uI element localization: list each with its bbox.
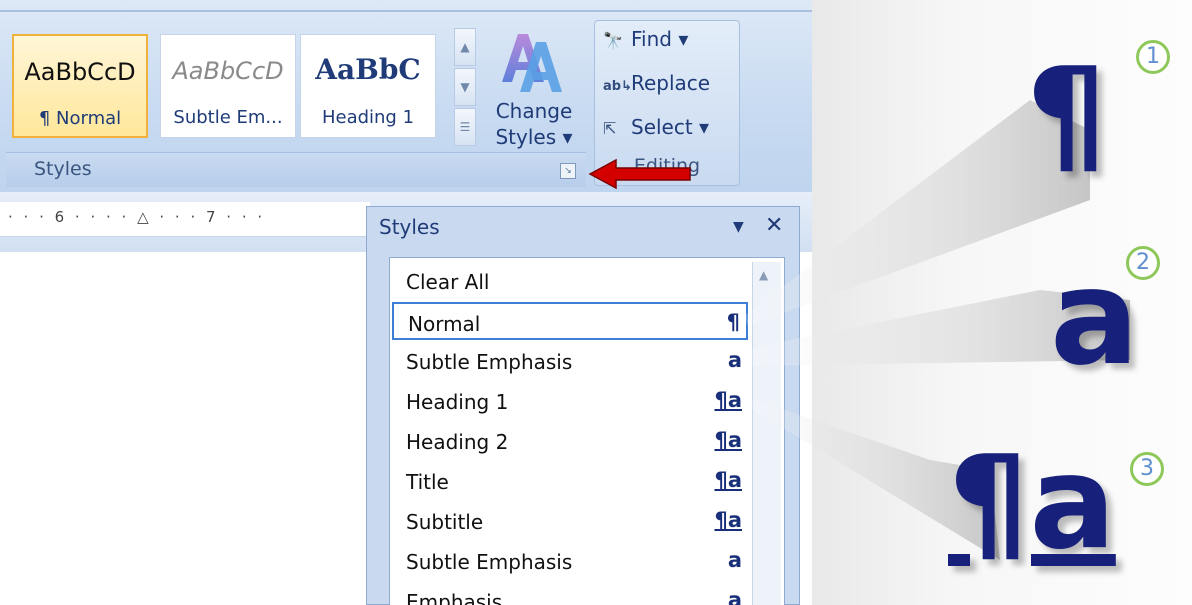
gallery-down-button[interactable]: ▼ [454, 68, 476, 106]
linked-symbol-large: ¶a [948, 429, 1116, 578]
styles-group-bar: Styles ↘ [6, 152, 586, 187]
select-label: Select ▾ [631, 115, 710, 139]
paragraph-symbol-large: ¶ [1026, 41, 1108, 190]
style-item-title[interactable]: Title ¶a [392, 462, 748, 500]
styles-group-label: Styles [34, 158, 92, 180]
red-arrow-annotation [588, 158, 691, 190]
style-sample-text: AaBbCcD [24, 58, 136, 86]
find-label: Find ▾ [631, 27, 689, 51]
style-item-name: Title [406, 470, 449, 494]
gallery-up-button[interactable]: ▲ [454, 28, 476, 66]
change-styles-label: Change Styles ▾ [482, 98, 586, 150]
badge-1: 1 [1136, 40, 1170, 74]
dialog-launcher-icon[interactable]: ↘ [560, 163, 576, 179]
change-styles-icon [502, 34, 562, 92]
change-styles-line1: Change [495, 99, 573, 123]
style-item-name: Subtitle [406, 510, 484, 534]
linked-style-icon: ¶a [714, 428, 742, 452]
style-item-heading-1[interactable]: Heading 1 ¶a [392, 382, 748, 420]
style-item-subtle-emphasis[interactable]: Subtle Emphasis a [392, 342, 748, 380]
style-item-name: Subtle Emphasis [406, 550, 573, 574]
style-item-name: Clear All [406, 270, 490, 294]
style-item-subtitle[interactable]: Subtitle ¶a [392, 502, 748, 540]
style-item-name: Emphasis [406, 590, 503, 605]
quick-style-normal[interactable]: AaBbCcD ¶ Normal [12, 34, 148, 138]
style-item-heading-2[interactable]: Heading 2 ¶a [392, 422, 748, 460]
quick-style-subtle-emphasis[interactable]: AaBbCcD Subtle Em... [160, 34, 296, 138]
styles-list: Clear All Normal ¶ Subtle Emphasis a Hea… [389, 257, 785, 605]
styles-pane: Styles ▼ ✕ Clear All Normal ¶ Subtle Emp… [366, 206, 800, 605]
badge-3: 3 [1130, 452, 1164, 486]
select-button[interactable]: ⇱ Select ▾ [603, 115, 709, 149]
style-name-label: ¶ Normal [38, 108, 122, 129]
change-styles-line2: Styles ▾ [495, 125, 573, 149]
ruler-ticks: · · · 6 · · · · △ · · · 7 · · · [8, 208, 266, 226]
quick-style-heading-1[interactable]: AaBbC Heading 1 [300, 34, 436, 138]
style-item-emphasis[interactable]: Emphasis a [392, 582, 748, 605]
style-sample-text: AaBbC [315, 53, 421, 86]
linked-style-icon: ¶a [714, 508, 742, 532]
linked-style-icon: ¶a [714, 388, 742, 412]
style-item-clear-all[interactable]: Clear All [392, 262, 748, 300]
style-name-label: Heading 1 [321, 107, 415, 128]
badge-2: 2 [1126, 246, 1160, 280]
style-item-name: Subtle Emphasis [406, 350, 573, 374]
styles-pane-title: Styles [379, 215, 440, 239]
style-name-label: Subtle Em... [173, 107, 283, 128]
gallery-more-button[interactable]: ☰ [454, 108, 476, 146]
binoculars-icon: 🔭 [603, 31, 623, 50]
linked-style-icon: ¶a [714, 468, 742, 492]
character-symbol-large: a [1050, 241, 1140, 395]
replace-icon: ab↳ [603, 79, 632, 94]
replace-button[interactable]: ab↳Replace [603, 71, 710, 105]
style-item-normal[interactable]: Normal ¶ [392, 302, 748, 340]
gallery-scroll: ▲ ▼ ☰ [454, 28, 478, 158]
paragraph-style-icon: ¶ [726, 310, 740, 334]
style-item-name: Heading 1 [406, 390, 509, 414]
style-item-name: Normal [408, 312, 481, 336]
style-item-subtle-emphasis-2[interactable]: Subtle Emphasis a [392, 542, 748, 580]
cursor-icon: ⇱ [603, 119, 617, 138]
change-styles-button[interactable]: Change Styles ▾ [482, 22, 586, 158]
style-item-name: Heading 2 [406, 430, 509, 454]
document-page[interactable] [0, 252, 373, 605]
replace-label: Replace [631, 71, 711, 95]
ribbon-top-border [0, 10, 812, 12]
find-button[interactable]: 🔭 Find ▾ [603, 27, 688, 61]
style-sample-text: AaBbCcD [172, 57, 284, 85]
word-app-region: AaBbCcD ¶ Normal AaBbCcD Subtle Em... Aa… [0, 0, 812, 605]
